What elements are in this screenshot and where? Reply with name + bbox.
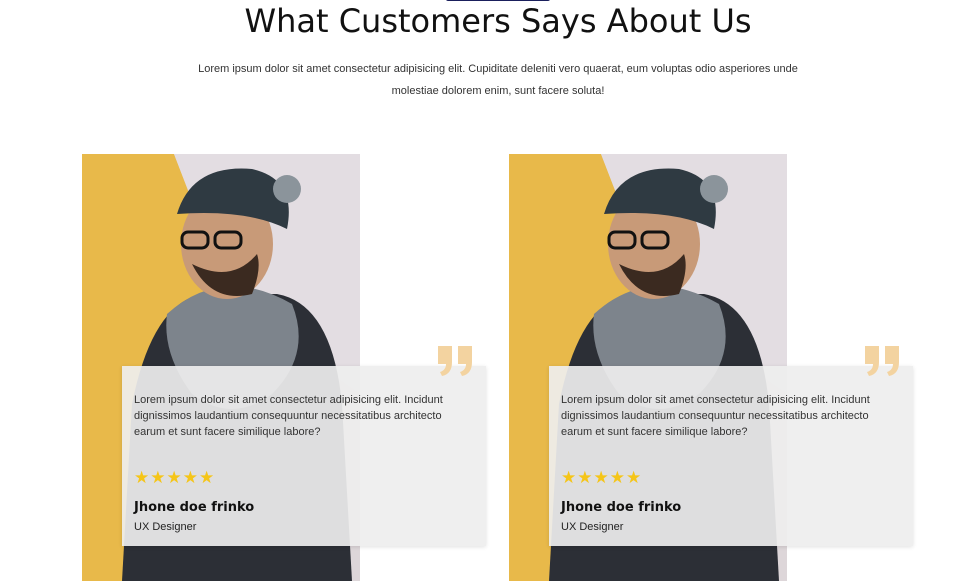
section-subtitle: Lorem ipsum dolor sit amet consectetur a… bbox=[198, 63, 798, 97]
customer-name: Jhone doe frinko bbox=[561, 500, 682, 515]
customer-role: UX Designer bbox=[134, 521, 197, 533]
quote-icon bbox=[438, 346, 472, 376]
rating-stars: ★★★★★ bbox=[134, 468, 216, 488]
testimonial-text: Lorem ipsum dolor sit amet consectetur a… bbox=[561, 394, 870, 438]
customer-name: Jhone doe frinko bbox=[134, 500, 255, 515]
testimonial-card: Lorem ipsum dolor sit amet consectetur a… bbox=[509, 154, 929, 581]
section-title: What Customers Says About Us bbox=[244, 2, 752, 40]
testimonial-card: Lorem ipsum dolor sit amet consectetur a… bbox=[82, 154, 502, 581]
rating-stars: ★★★★★ bbox=[561, 468, 643, 488]
testimonial-quote-box: Lorem ipsum dolor sit amet consectetur a… bbox=[122, 346, 486, 546]
quote-icon bbox=[865, 346, 899, 376]
testimonial-quote-box: Lorem ipsum dolor sit amet consectetur a… bbox=[549, 346, 913, 546]
customer-role: UX Designer bbox=[561, 521, 624, 533]
testimonial-text: Lorem ipsum dolor sit amet consectetur a… bbox=[134, 394, 443, 438]
testimonials-section: What Customers Says About Us Lorem ipsum… bbox=[0, 0, 968, 581]
